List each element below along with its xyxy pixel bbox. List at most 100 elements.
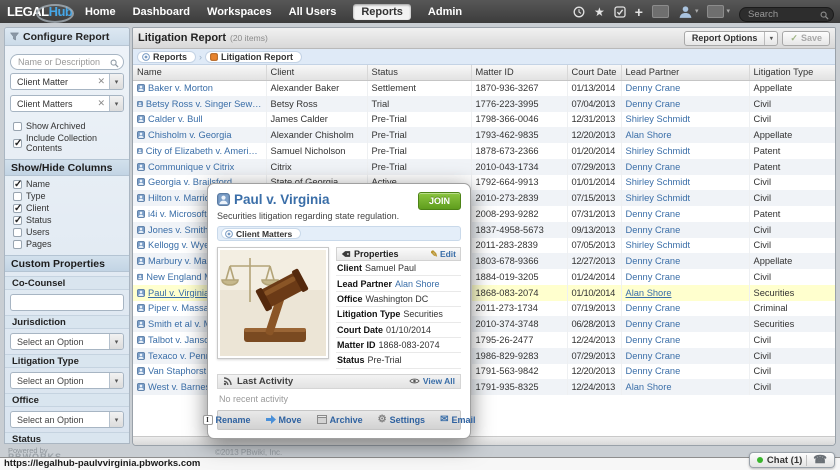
nav-reports[interactable]: Reports — [353, 4, 411, 20]
lead-partner-link[interactable]: Shirley Schmidt — [626, 114, 691, 124]
workspace-link[interactable]: i4i v. Microsoft — [148, 209, 207, 219]
app-logo[interactable]: LEGALHub — [7, 4, 79, 19]
email-action[interactable]: ✉Email — [440, 415, 475, 425]
workspace-link[interactable]: Calder v. Bull — [148, 114, 203, 124]
option-include-collection-contents[interactable]: Include Collection Contents — [13, 133, 121, 153]
column-pages[interactable]: Pages — [13, 239, 121, 249]
lead-partner-link[interactable]: Denny Crane — [626, 319, 681, 329]
notifications-swatch[interactable] — [652, 5, 669, 18]
name-description-input[interactable] — [10, 54, 124, 70]
remove-icon[interactable]: ✕ — [93, 76, 109, 87]
workspace-link[interactable]: Hilton v. Marriott — [148, 193, 215, 203]
workspace-link[interactable]: West v. Barnes — [148, 382, 210, 392]
filter-chip[interactable]: Client Matter✕▾ — [10, 73, 124, 90]
lead-partner-link[interactable]: Denny Crane — [626, 272, 681, 282]
edit-properties-link[interactable]: ✎ Edit — [430, 249, 456, 260]
cell-lead-partner: Denny Crane — [621, 206, 749, 222]
lead-partner-link[interactable]: Denny Crane — [626, 303, 681, 313]
workspace-link[interactable]: Baker v. Morton — [148, 83, 213, 93]
rename-action[interactable]: IRename — [203, 415, 251, 425]
breadcrumb-litigation-report[interactable]: Litigation Report — [205, 51, 302, 63]
workspace-link[interactable]: Jones v. Smith — [148, 225, 208, 235]
co-counsel-input[interactable] — [11, 298, 123, 313]
office-select[interactable]: Select an Option▾ — [10, 411, 124, 428]
workspace-link[interactable]: Talbot v. Janson — [148, 335, 215, 345]
lead-partner-link[interactable]: Denny Crane — [626, 335, 681, 345]
lead-partner-link[interactable]: Shirley Schmidt — [626, 177, 691, 187]
popup-title-link[interactable]: Paul v. Virginia — [217, 192, 330, 207]
workspace-link[interactable]: Betsy Ross v. Singer Sewing Machine — [146, 99, 262, 109]
column-users[interactable]: Users — [13, 227, 121, 237]
workspace-menu[interactable]: ▾ — [707, 5, 730, 18]
chevron-down-icon: ▾ — [109, 412, 123, 427]
user-menu[interactable]: ▾ — [678, 5, 699, 18]
column-header-matter-id[interactable]: Matter ID — [471, 65, 567, 80]
report-options-button[interactable]: Report Options ▾ — [684, 31, 779, 46]
column-header-name[interactable]: Name — [133, 65, 266, 80]
column-header-litigation-type[interactable]: Litigation Type — [749, 65, 836, 80]
workspace-link[interactable]: Paul v. Virginia — [148, 288, 209, 298]
nav-home[interactable]: Home — [85, 6, 116, 18]
star-icon[interactable]: ★ — [594, 6, 605, 18]
nav-dashboard[interactable]: Dashboard — [133, 6, 190, 18]
sidebar-title: Configure Report — [23, 31, 109, 43]
cell-lead-partner: Shirley Schmidt — [621, 238, 749, 254]
workspace-icon — [137, 131, 145, 139]
cell-litigation-type: Securities — [749, 285, 836, 301]
lead-partner-link[interactable]: Denny Crane — [626, 351, 681, 361]
client-matters-tab[interactable]: Client Matters — [221, 228, 301, 239]
chevron-down-icon[interactable]: ▾ — [109, 96, 123, 111]
archive-action[interactable]: Archive — [317, 415, 363, 425]
save-button[interactable]: ✓ Save — [782, 31, 830, 46]
workspace-link[interactable]: City of Elizabeth v. American Nicholson — [146, 146, 262, 156]
option-show-archived[interactable]: Show Archived — [13, 121, 121, 131]
cell-lead-partner: Shirley Schmidt — [621, 112, 749, 128]
lead-partner-link[interactable]: Denny Crane — [626, 225, 681, 235]
workspace-link[interactable]: Communique v Citrix — [148, 162, 234, 172]
add-icon[interactable]: + — [635, 6, 643, 18]
lead-partner-link[interactable]: Denny Crane — [626, 366, 681, 376]
popup-breadcrumb: Client Matters — [217, 226, 461, 241]
move-action[interactable]: Move — [266, 415, 302, 425]
view-all-link[interactable]: View All — [409, 376, 455, 386]
column-header-court-date[interactable]: Court Date — [567, 65, 621, 80]
lead-partner-link[interactable]: Denny Crane — [626, 209, 681, 219]
lead-partner-link[interactable]: Shirley Schmidt — [626, 146, 691, 156]
co-counsel-field — [10, 294, 124, 311]
lead-partner-link[interactable]: Denny Crane — [626, 256, 681, 266]
chevron-down-icon[interactable]: ▾ — [109, 74, 123, 89]
nav-admin[interactable]: Admin — [428, 6, 462, 18]
column-header-status[interactable]: Status — [367, 65, 471, 80]
column-header-lead-partner[interactable]: Lead Partner — [621, 65, 749, 80]
column-name[interactable]: Name — [13, 179, 121, 189]
litigation-type-select[interactable]: Select an Option▾ — [10, 372, 124, 389]
workspace-link[interactable]: Chisholm v. Georgia — [148, 130, 232, 140]
column-client[interactable]: Client — [13, 203, 121, 213]
nav-workspaces[interactable]: Workspaces — [207, 6, 272, 18]
lead-partner-link[interactable]: Denny Crane — [626, 99, 681, 109]
lead-partner-link[interactable]: Shirley Schmidt — [626, 240, 691, 250]
jurisdiction-select[interactable]: Select an Option▾ — [10, 333, 124, 350]
filter-chip[interactable]: Client Matters✕▾ — [10, 95, 124, 112]
column-header-client[interactable]: Client — [266, 65, 367, 80]
lead-partner-link[interactable]: Denny Crane — [626, 83, 681, 93]
column-type[interactable]: Type — [13, 191, 121, 201]
workspace-icon — [137, 163, 145, 171]
lead-partner-link[interactable]: Alan Shore — [626, 288, 672, 298]
remove-icon[interactable]: ✕ — [93, 98, 109, 109]
join-button[interactable]: JOIN — [418, 192, 461, 210]
lead-partner-link[interactable]: Alan Shore — [626, 130, 672, 140]
nav-all-users[interactable]: All Users — [289, 6, 337, 18]
column-status[interactable]: Status — [13, 215, 121, 225]
cell-court-date: 12/24/2013 — [567, 379, 621, 395]
tasks-icon[interactable] — [614, 6, 626, 18]
property-value-link[interactable]: Alan Shore — [395, 279, 440, 289]
lead-partner-link[interactable]: Alan Shore — [626, 382, 672, 392]
lead-partner-link[interactable]: Shirley Schmidt — [626, 193, 691, 203]
lead-partner-link[interactable]: Denny Crane — [626, 162, 681, 172]
settings-action[interactable]: ⚙Settings — [378, 415, 425, 425]
history-icon[interactable] — [573, 6, 585, 18]
table-row: Communique v Citrix Citrix Pre-Trial 201… — [133, 159, 836, 175]
breadcrumb-reports[interactable]: Reports — [137, 51, 196, 63]
chat-button[interactable]: Chat (1) ☎ — [749, 452, 835, 468]
